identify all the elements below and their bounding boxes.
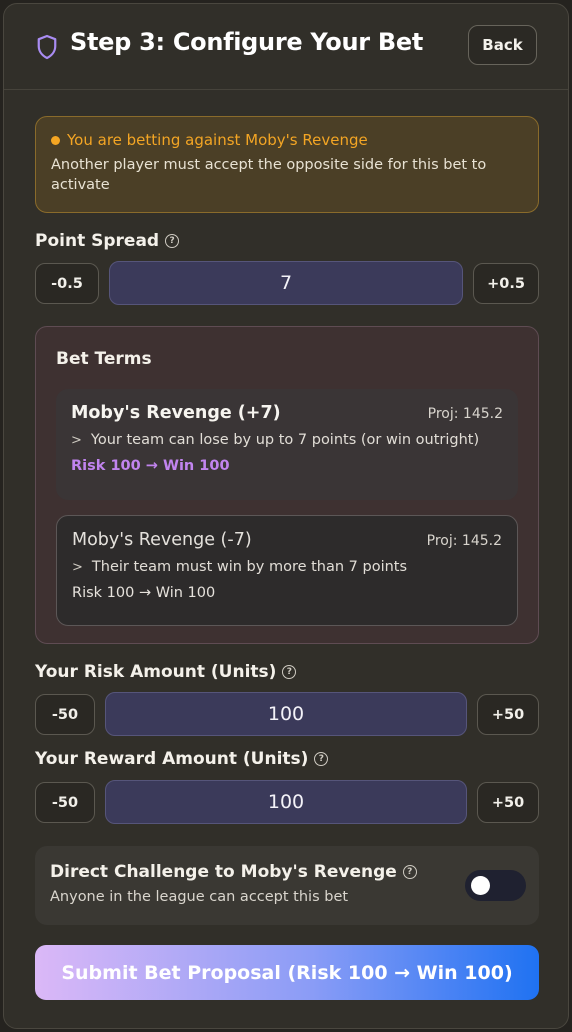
help-icon[interactable]: ? <box>314 752 329 766</box>
help-icon[interactable]: ? <box>402 865 417 879</box>
reward-decrement-button[interactable]: -50 <box>35 782 95 823</box>
back-button[interactable]: Back <box>468 25 537 65</box>
betting-against-alert: You are betting against Moby's Revenge A… <box>35 116 539 213</box>
bet-option-plus[interactable]: Moby's Revenge (+7) Proj: 145.2 > Your t… <box>56 389 518 500</box>
reward-input[interactable]: 100 <box>105 780 467 824</box>
shield-icon <box>37 34 57 60</box>
alert-title: You are betting against Moby's Revenge <box>67 131 368 149</box>
help-icon[interactable]: ? <box>282 665 297 679</box>
option-name: Moby's Revenge (-7) <box>72 530 252 550</box>
toggle-knob <box>471 876 490 895</box>
bet-option-minus[interactable]: Moby's Revenge (-7) Proj: 145.2 > Their … <box>56 515 518 626</box>
option-description: Your team can lose by up to 7 points (or… <box>90 432 480 448</box>
bet-config-card: Step 3: Configure Your Bet Back You are … <box>3 3 569 1029</box>
spread-decrement-button[interactable]: -0.5 <box>35 263 99 304</box>
status-dot-icon <box>51 135 60 145</box>
help-icon[interactable]: ? <box>165 234 180 248</box>
bet-terms-title: Bet Terms <box>56 349 152 369</box>
risk-amount-label: Your Risk Amount (Units) ? <box>35 662 297 682</box>
spread-input[interactable]: 7 <box>109 261 463 305</box>
chevron-right-icon: > <box>71 432 82 448</box>
option-description: Their team must win by more than 7 point… <box>91 559 408 575</box>
option-name: Moby's Revenge (+7) <box>71 403 281 423</box>
alert-text: Another player must accept the opposite … <box>51 157 487 193</box>
option-projection: Proj: 145.2 <box>426 533 502 549</box>
direct-challenge-panel: Direct Challenge to Moby's Revenge ? Any… <box>35 846 539 925</box>
reward-amount-label: Your Reward Amount (Units) ? <box>35 749 329 769</box>
risk-increment-button[interactable]: +50 <box>477 694 539 735</box>
chevron-right-icon: > <box>72 559 83 575</box>
risk-decrement-button[interactable]: -50 <box>35 694 95 735</box>
header: Step 3: Configure Your Bet Back <box>4 4 568 90</box>
challenge-title: Direct Challenge to Moby's Revenge <box>50 862 397 882</box>
option-risk-win: Risk 100 → Win 100 <box>71 458 230 474</box>
bet-terms-panel: Bet Terms Moby's Revenge (+7) Proj: 145.… <box>35 326 539 644</box>
option-projection: Proj: 145.2 <box>427 406 503 422</box>
point-spread-label: Point Spread ? <box>35 231 180 251</box>
page-title: Step 3: Configure Your Bet <box>70 28 423 56</box>
challenge-subtitle: Anyone in the league can accept this bet <box>50 889 349 905</box>
direct-challenge-toggle[interactable] <box>465 870 526 901</box>
spread-increment-button[interactable]: +0.5 <box>473 263 539 304</box>
risk-input[interactable]: 100 <box>105 692 467 736</box>
reward-increment-button[interactable]: +50 <box>477 782 539 823</box>
submit-bet-button[interactable]: Submit Bet Proposal (Risk 100 → Win 100) <box>35 945 539 1000</box>
option-risk-win: Risk 100 → Win 100 <box>72 585 216 601</box>
